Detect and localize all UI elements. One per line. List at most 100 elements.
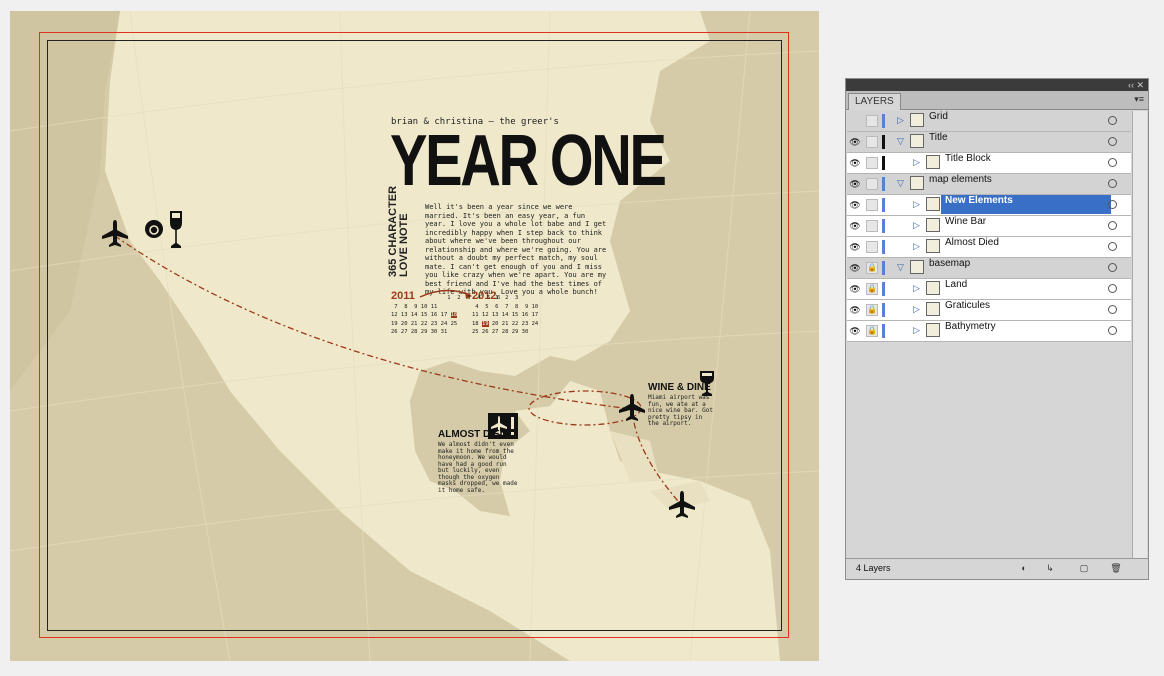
- layer-name[interactable]: New Elements: [941, 195, 1111, 214]
- expand-triangle-right-icon[interactable]: ▷: [913, 325, 920, 336]
- side-heading: 365 CHARACTER LOVE NOTE: [387, 186, 410, 277]
- wine-dine-heading: WINE & DINE: [648, 382, 711, 393]
- layer-name[interactable]: Title: [925, 132, 1111, 151]
- lock-icon[interactable]: 🔒: [866, 262, 878, 274]
- lock-icon[interactable]: [866, 157, 878, 169]
- map-artboard[interactable]: brian & christina – the greer's YEAR ONE…: [10, 11, 819, 661]
- lock-icon[interactable]: [866, 199, 878, 211]
- layer-name[interactable]: Wine Bar: [941, 216, 1111, 235]
- layer-thumbnail: [926, 218, 940, 232]
- layer-thumbnail: [926, 197, 940, 211]
- visibility-eye-icon[interactable]: 👁: [849, 136, 861, 148]
- expand-triangle-right-icon[interactable]: ▷: [913, 304, 920, 315]
- layer-name[interactable]: Land: [941, 279, 1111, 298]
- layer-color-bar: [882, 219, 885, 233]
- create-sublayer-icon[interactable]: ↳: [1044, 562, 1056, 574]
- layer-thumbnail: [926, 323, 940, 337]
- layer-name[interactable]: Bathymetry: [941, 321, 1111, 340]
- layer-row[interactable]: 👁 🔒 ▷ Graticules: [847, 300, 1131, 321]
- layer-color-bar: [882, 198, 885, 212]
- layer-row[interactable]: 👁 ▷ Almost Died: [847, 237, 1131, 258]
- layer-color-bar: [882, 303, 885, 317]
- visibility-eye-icon[interactable]: 👁: [849, 304, 861, 316]
- layer-row[interactable]: 👁 ▷ Title Block: [847, 153, 1131, 174]
- layer-row[interactable]: 👁 🔒 ▷ Bathymetry: [847, 321, 1131, 342]
- visibility-eye-icon[interactable]: 👁: [849, 325, 861, 337]
- tab-layers[interactable]: LAYERS: [848, 93, 901, 110]
- expand-triangle-down-icon[interactable]: ▽: [897, 136, 904, 147]
- layer-row[interactable]: 👁 ▽ Title: [847, 132, 1131, 153]
- layer-color-bar: [882, 261, 885, 275]
- visibility-eye-icon[interactable]: [849, 115, 861, 127]
- create-layer-icon[interactable]: ▢: [1078, 562, 1090, 574]
- visibility-eye-icon[interactable]: 👁: [849, 220, 861, 232]
- expand-triangle-down-icon[interactable]: ▽: [897, 262, 904, 273]
- layer-name[interactable]: basemap: [925, 258, 1111, 277]
- lock-icon[interactable]: 🔒: [866, 325, 878, 337]
- layer-count: 4 Layers: [856, 563, 891, 573]
- expand-triangle-right-icon[interactable]: ▷: [913, 157, 920, 168]
- layer-row[interactable]: ▷ Grid: [847, 111, 1131, 132]
- lock-icon[interactable]: 🔒: [866, 304, 878, 316]
- layer-color-bar: [882, 114, 885, 128]
- layer-thumbnail: [910, 260, 924, 274]
- almost-died-heading: ALMOST DIED: [438, 429, 507, 440]
- layer-name[interactable]: Grid: [925, 111, 1111, 130]
- target-circle-icon[interactable]: [1108, 200, 1117, 209]
- delete-layer-icon[interactable]: 🗑: [1110, 562, 1122, 574]
- lock-icon[interactable]: 🔒: [866, 283, 878, 295]
- lock-icon[interactable]: [866, 241, 878, 253]
- target-circle-icon[interactable]: [1108, 242, 1117, 251]
- calendar-right: 1 2 3 4 5 6 7 8 9 10 11 12 13 14 15 16 1…: [472, 295, 539, 335]
- layer-name[interactable]: map elements: [925, 174, 1111, 193]
- layer-row[interactable]: 👁 ▽ map elements: [847, 174, 1131, 195]
- visibility-eye-icon[interactable]: 👁: [849, 241, 861, 253]
- layers-scrollbar[interactable]: [1132, 111, 1147, 559]
- lock-icon[interactable]: [866, 178, 878, 190]
- wedding-rings-icon: [145, 220, 163, 238]
- target-circle-icon[interactable]: [1108, 284, 1117, 293]
- airplane-icon: [669, 491, 695, 518]
- layer-row[interactable]: 👁 ▷ Wine Bar: [847, 216, 1131, 237]
- lock-icon[interactable]: [866, 115, 878, 127]
- target-circle-icon[interactable]: [1108, 221, 1117, 230]
- visibility-eye-icon[interactable]: 👁: [849, 262, 861, 274]
- target-circle-icon[interactable]: [1108, 263, 1117, 272]
- layer-color-bar: [882, 240, 885, 254]
- layer-color-bar: [882, 135, 885, 149]
- lock-icon[interactable]: [866, 220, 878, 232]
- layer-row[interactable]: 👁 ▷ New Elements: [847, 195, 1131, 216]
- main-title: YEAR ONE: [390, 121, 667, 201]
- expand-triangle-right-icon[interactable]: ▷: [913, 220, 920, 231]
- layer-row[interactable]: 👁 🔒 ▷ Land: [847, 279, 1131, 300]
- panel-menu-icon[interactable]: ▾≡: [1134, 94, 1144, 105]
- target-circle-icon[interactable]: [1108, 158, 1117, 167]
- love-note-text: Well it's been a year since we were marr…: [425, 203, 607, 296]
- layers-panel[interactable]: ‹‹ ✕ LAYERS ▾≡ ▷ Grid 👁 ▽ Title 👁 ▷ Title Block…: [845, 78, 1149, 580]
- lock-icon[interactable]: [866, 136, 878, 148]
- expand-triangle-right-icon[interactable]: ▷: [913, 241, 920, 252]
- expand-triangle-right-icon[interactable]: ▷: [897, 115, 904, 126]
- target-circle-icon[interactable]: [1108, 305, 1117, 314]
- target-circle-icon[interactable]: [1108, 116, 1117, 125]
- visibility-eye-icon[interactable]: 👁: [849, 178, 861, 190]
- layer-name[interactable]: Graticules: [941, 300, 1111, 319]
- expand-triangle-right-icon[interactable]: ▷: [913, 283, 920, 294]
- visibility-eye-icon[interactable]: 👁: [849, 157, 861, 169]
- layer-name[interactable]: Almost Died: [941, 237, 1111, 256]
- layer-thumbnail: [926, 239, 940, 253]
- wine-glass-icon: [170, 211, 182, 248]
- layer-row[interactable]: 👁 🔒 ▽ basemap: [847, 258, 1131, 279]
- target-circle-icon[interactable]: [1108, 179, 1117, 188]
- visibility-eye-icon[interactable]: 👁: [849, 283, 861, 295]
- layer-thumbnail: [926, 155, 940, 169]
- target-circle-icon[interactable]: [1108, 326, 1117, 335]
- visibility-eye-icon[interactable]: 👁: [849, 199, 861, 211]
- make-clipping-mask-icon[interactable]: ◐: [1018, 562, 1030, 574]
- layer-name[interactable]: Title Block: [941, 153, 1111, 172]
- layer-thumbnail: [910, 176, 924, 190]
- panel-titlebar[interactable]: ‹‹ ✕: [846, 79, 1148, 91]
- expand-triangle-down-icon[interactable]: ▽: [897, 178, 904, 189]
- target-circle-icon[interactable]: [1108, 137, 1117, 146]
- expand-triangle-right-icon[interactable]: ▷: [913, 199, 920, 210]
